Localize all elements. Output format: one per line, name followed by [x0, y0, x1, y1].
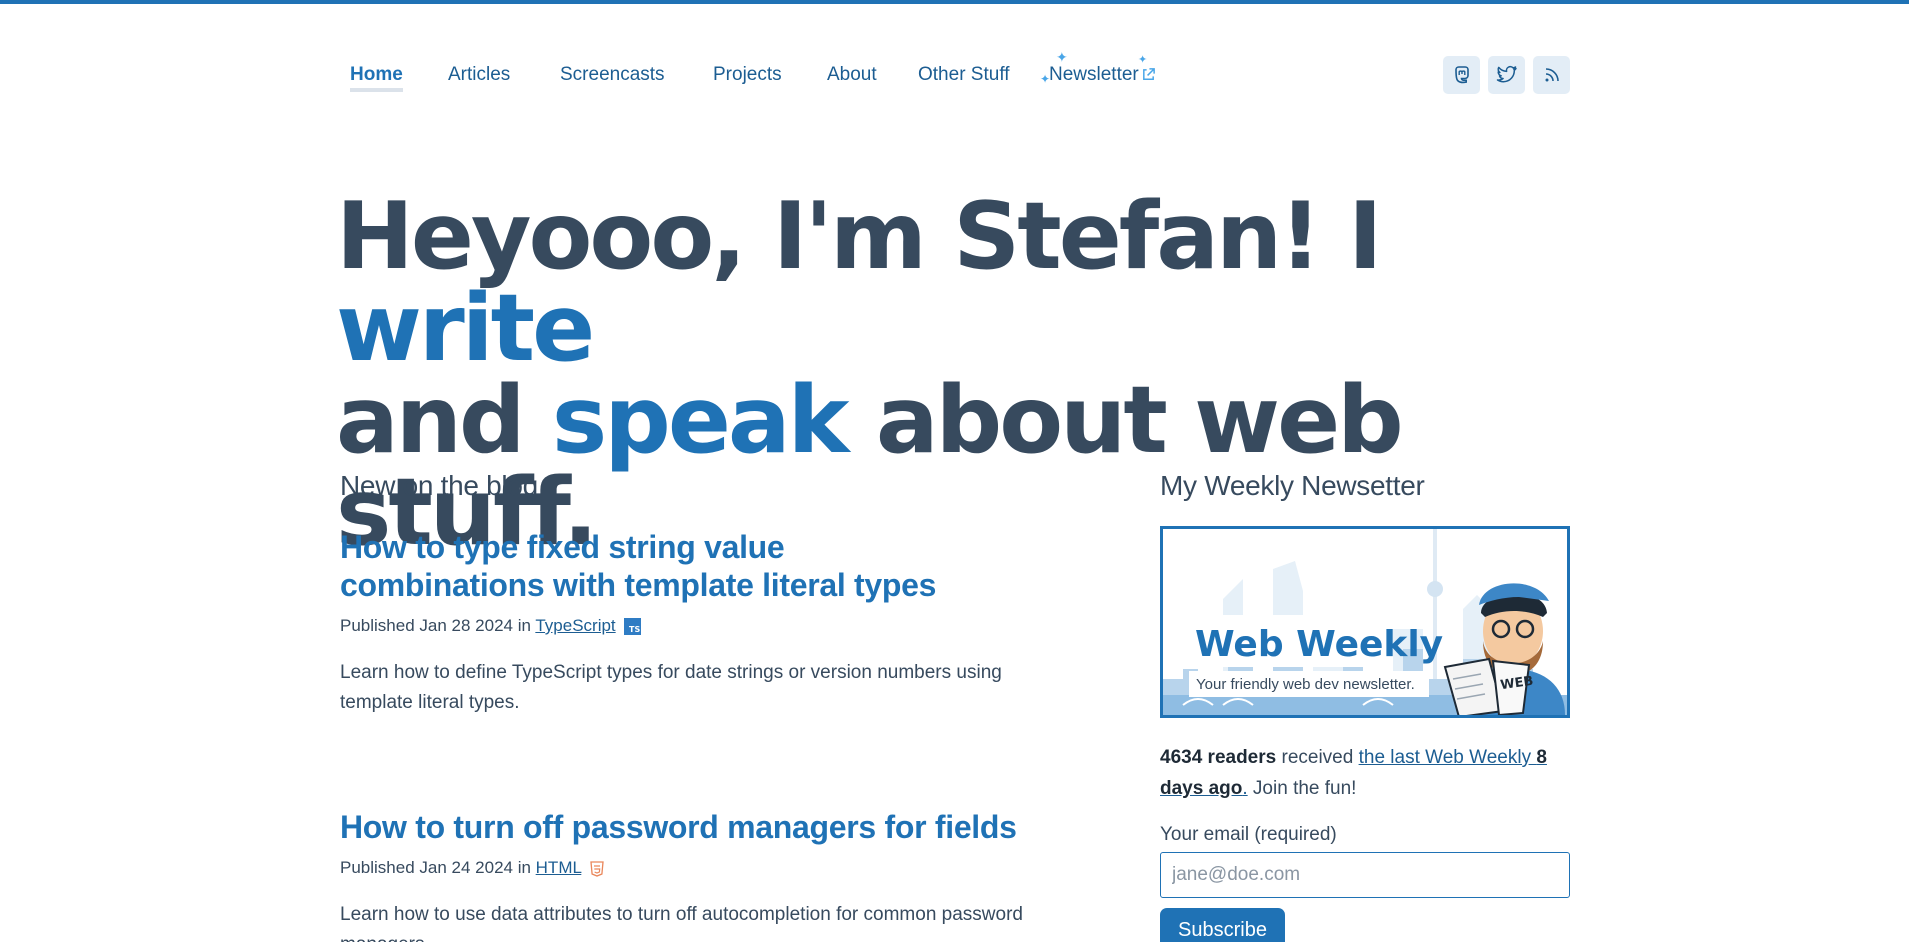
nav-projects[interactable]: Projects	[713, 64, 782, 86]
mastodon-button[interactable]	[1443, 56, 1480, 94]
blog-section-title: New on the blog	[340, 470, 538, 501]
blog-post: How to turn off password managers for fi…	[340, 808, 1060, 942]
nav-screencasts[interactable]: Screencasts	[560, 64, 665, 86]
last-issue-link-text: the last Web Weekly	[1358, 747, 1537, 768]
post-meta: Published Jan 28 2024 in TypeScript TS	[340, 616, 1060, 636]
subscribe-button[interactable]: Subscribe	[1160, 908, 1285, 942]
blog-section: New on the blog How to type fixed string…	[340, 470, 1060, 942]
nav-home[interactable]: Home	[350, 64, 403, 92]
rss-button[interactable]	[1533, 56, 1570, 94]
post-description: Learn how to use data attributes to turn…	[340, 904, 1023, 942]
svg-text:TS: TS	[629, 625, 640, 634]
main-nav: Home Articles Screencasts Projects About…	[340, 50, 1570, 94]
reader-count: 4634 readers	[1160, 747, 1277, 768]
post-meta: Published Jan 24 2024 in HTML	[340, 858, 1060, 878]
typescript-icon: TS	[624, 618, 642, 636]
post-date: Published Jan 24 2024 in	[340, 858, 536, 877]
external-link-icon	[1142, 68, 1155, 81]
rss-icon	[1545, 68, 1559, 82]
banner-title: Web Weekly	[1195, 624, 1443, 665]
social-links	[1443, 56, 1570, 94]
newsletter-info: 4634 readers received the last Web Weekl…	[1160, 742, 1570, 804]
post-title-link[interactable]: How to type fixed string value combinati…	[340, 528, 980, 604]
html5-icon	[590, 860, 604, 877]
blog-post: How to type fixed string value combinati…	[340, 528, 1060, 718]
post-category-link[interactable]: HTML	[536, 858, 582, 877]
banner-subtitle: Your friendly web dev newsletter.	[1196, 676, 1415, 693]
newsletter-text: received	[1276, 747, 1359, 768]
nav-articles[interactable]: Articles	[448, 64, 510, 86]
hero-highlight-speak: speak	[551, 366, 850, 476]
post-description: Learn how to define TypeScript types for…	[340, 662, 1002, 713]
post-date: Published Jan 28 2024 in	[340, 616, 536, 635]
newsletter-title: My Weekly Newsetter	[1160, 470, 1425, 501]
sparkle-icon: ✦	[1056, 49, 1068, 65]
join-text: Join the fun!	[1247, 778, 1357, 799]
hero-highlight-write: write	[336, 274, 595, 384]
newsletter-section: My Weekly Newsetter Web Weekly Your frie…	[1160, 470, 1570, 942]
nav-newsletter[interactable]: Newsletter	[1049, 64, 1156, 86]
nav-newsletter-label: Newsletter	[1049, 64, 1139, 85]
web-weekly-illustration: Web Weekly Your friendly web dev newslet…	[1163, 529, 1567, 715]
nav-other-stuff[interactable]: Other Stuff	[918, 64, 1010, 86]
web-weekly-banner[interactable]: Web Weekly Your friendly web dev newslet…	[1160, 526, 1570, 718]
twitter-icon	[1496, 65, 1517, 83]
mastodon-icon	[1454, 66, 1469, 84]
nav-about[interactable]: About	[827, 64, 877, 86]
email-label: Your email (required)	[1160, 824, 1337, 845]
email-input[interactable]	[1160, 852, 1570, 898]
post-category-link[interactable]: TypeScript	[535, 616, 615, 635]
twitter-button[interactable]	[1488, 56, 1525, 94]
post-title-link[interactable]: How to turn off password managers for fi…	[340, 808, 1060, 846]
